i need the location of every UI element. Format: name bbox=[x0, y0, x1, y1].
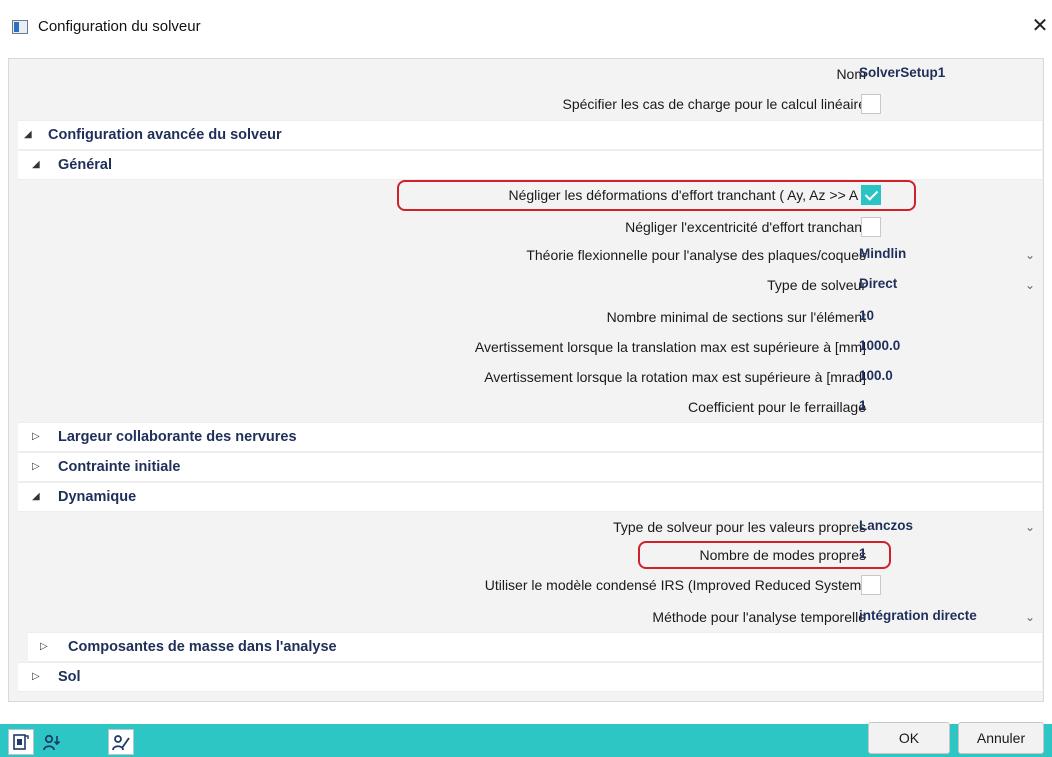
prop-row-reinforcement-coefficient: Coefficient pour le ferraillage 1 bbox=[18, 392, 1042, 422]
collapse-triangle-icon[interactable]: ▷ bbox=[32, 423, 40, 451]
section-title: Général bbox=[58, 157, 112, 173]
section-general[interactable]: ◢ Général bbox=[18, 150, 1042, 180]
highlight-box bbox=[638, 541, 891, 569]
prop-label: Négliger l'excentricité d'effort trancha… bbox=[625, 219, 866, 235]
window-title: Configuration du solveur bbox=[38, 18, 201, 35]
section-title: Dynamique bbox=[58, 489, 137, 505]
prop-row-time-analysis-method: Méthode pour l'analyse temporelle intégr… bbox=[18, 602, 1042, 632]
export-button[interactable] bbox=[8, 729, 34, 755]
eigen-solver-select[interactable]: Lanczos bbox=[859, 512, 913, 542]
edit-users-button[interactable] bbox=[108, 729, 134, 755]
section-mass[interactable]: ▷ Composantes de masse dans l'analyse bbox=[28, 632, 1042, 662]
prop-row-load-cases: Spécifier les cas de charge pour le calc… bbox=[18, 89, 1042, 119]
chevron-down-icon[interactable]: ⌄ bbox=[1022, 602, 1038, 632]
min-sections-value[interactable]: 10 bbox=[859, 302, 874, 332]
section-ribs[interactable]: ▷ Largeur collaborante des nervures bbox=[18, 422, 1042, 452]
prop-row-neglect-shear-eccentricity: Négliger l'excentricité d'effort trancha… bbox=[18, 212, 1042, 242]
prop-row-translation-warning: Avertissement lorsque la translation max… bbox=[18, 332, 1042, 362]
cancel-button[interactable]: Annuler bbox=[958, 722, 1044, 754]
chevron-down-icon[interactable]: ⌄ bbox=[1022, 240, 1038, 270]
title-bar: Configuration du solveur ✕ bbox=[0, 0, 1052, 58]
prop-label: Nombre minimal de sections sur l'élément bbox=[606, 309, 866, 325]
prop-label: Théorie flexionnelle pour l'analyse des … bbox=[526, 247, 866, 263]
reinforcement-coefficient-value[interactable]: 1 bbox=[859, 392, 867, 422]
prop-row-irs-model: Utiliser le modèle condensé IRS (Improve… bbox=[18, 570, 1042, 600]
prop-label: Type de solveur bbox=[767, 277, 866, 293]
expand-triangle-icon[interactable]: ◢ bbox=[32, 151, 40, 179]
prop-row-name: Nom SolverSetup1 bbox=[18, 59, 1042, 89]
neglect-shear-eccentricity-checkbox[interactable] bbox=[861, 217, 881, 237]
solver-type-select[interactable]: Direct bbox=[859, 270, 897, 300]
prop-label: Avertissement lorsque la rotation max es… bbox=[484, 369, 866, 385]
document-export-icon bbox=[13, 734, 29, 750]
sort-users-button[interactable] bbox=[38, 729, 64, 755]
close-icon[interactable]: ✕ bbox=[1030, 14, 1050, 38]
user-sort-icon bbox=[43, 734, 61, 751]
chevron-down-icon[interactable]: ⌄ bbox=[1022, 512, 1038, 542]
chevron-down-icon[interactable]: ⌄ bbox=[1022, 270, 1038, 300]
prop-label: Utiliser le modèle condensé IRS (Improve… bbox=[484, 577, 866, 593]
prop-row-min-sections: Nombre minimal de sections sur l'élément… bbox=[18, 302, 1042, 332]
highlight-box bbox=[397, 180, 916, 211]
section-soil[interactable]: ▷ Sol bbox=[18, 662, 1042, 692]
expand-triangle-icon[interactable]: ◢ bbox=[32, 483, 40, 511]
irs-model-checkbox[interactable] bbox=[861, 575, 881, 595]
expand-triangle-icon[interactable]: ◢ bbox=[24, 121, 32, 149]
section-title: Sol bbox=[58, 669, 81, 685]
prop-row-solver-type: Type de solveur Direct ⌄ bbox=[18, 270, 1042, 300]
section-title: Composantes de masse dans l'analyse bbox=[68, 639, 337, 655]
rotation-warning-value[interactable]: 100.0 bbox=[859, 362, 893, 392]
collapse-triangle-icon[interactable]: ▷ bbox=[40, 633, 48, 661]
prop-row-plate-theory: Théorie flexionnelle pour l'analyse des … bbox=[18, 240, 1042, 270]
section-title: Configuration avancée du solveur bbox=[48, 127, 282, 143]
section-dynamic[interactable]: ◢ Dynamique bbox=[18, 482, 1042, 512]
prop-label: Spécifier les cas de charge pour le calc… bbox=[562, 96, 867, 112]
collapse-triangle-icon[interactable]: ▷ bbox=[32, 663, 40, 691]
section-initial-stress[interactable]: ▷ Contrainte initiale bbox=[18, 452, 1042, 482]
section-advanced[interactable]: ◢ Configuration avancée du solveur bbox=[18, 120, 1042, 150]
prop-row-rotation-warning: Avertissement lorsque la rotation max es… bbox=[18, 362, 1042, 392]
translation-warning-value[interactable]: 1000.0 bbox=[859, 332, 900, 362]
prop-label: Coefficient pour le ferraillage bbox=[688, 399, 866, 415]
ok-button[interactable]: OK bbox=[868, 722, 950, 754]
prop-label: Type de solveur pour les valeurs propres bbox=[613, 519, 866, 535]
plate-theory-select[interactable]: Mindlin bbox=[859, 240, 906, 270]
section-title: Contrainte initiale bbox=[58, 459, 181, 475]
collapse-triangle-icon[interactable]: ▷ bbox=[32, 453, 40, 481]
time-analysis-method-select[interactable]: intégration directe bbox=[859, 602, 977, 632]
prop-row-eigen-solver: Type de solveur pour les valeurs propres… bbox=[18, 512, 1042, 542]
load-cases-checkbox[interactable] bbox=[861, 94, 881, 114]
section-title: Largeur collaborante des nervures bbox=[58, 429, 297, 445]
name-value[interactable]: SolverSetup1 bbox=[859, 59, 945, 89]
user-edit-icon bbox=[112, 735, 130, 751]
prop-label: Méthode pour l'analyse temporelle bbox=[652, 609, 866, 625]
window-icon bbox=[12, 20, 28, 34]
prop-label: Avertissement lorsque la translation max… bbox=[474, 339, 866, 355]
